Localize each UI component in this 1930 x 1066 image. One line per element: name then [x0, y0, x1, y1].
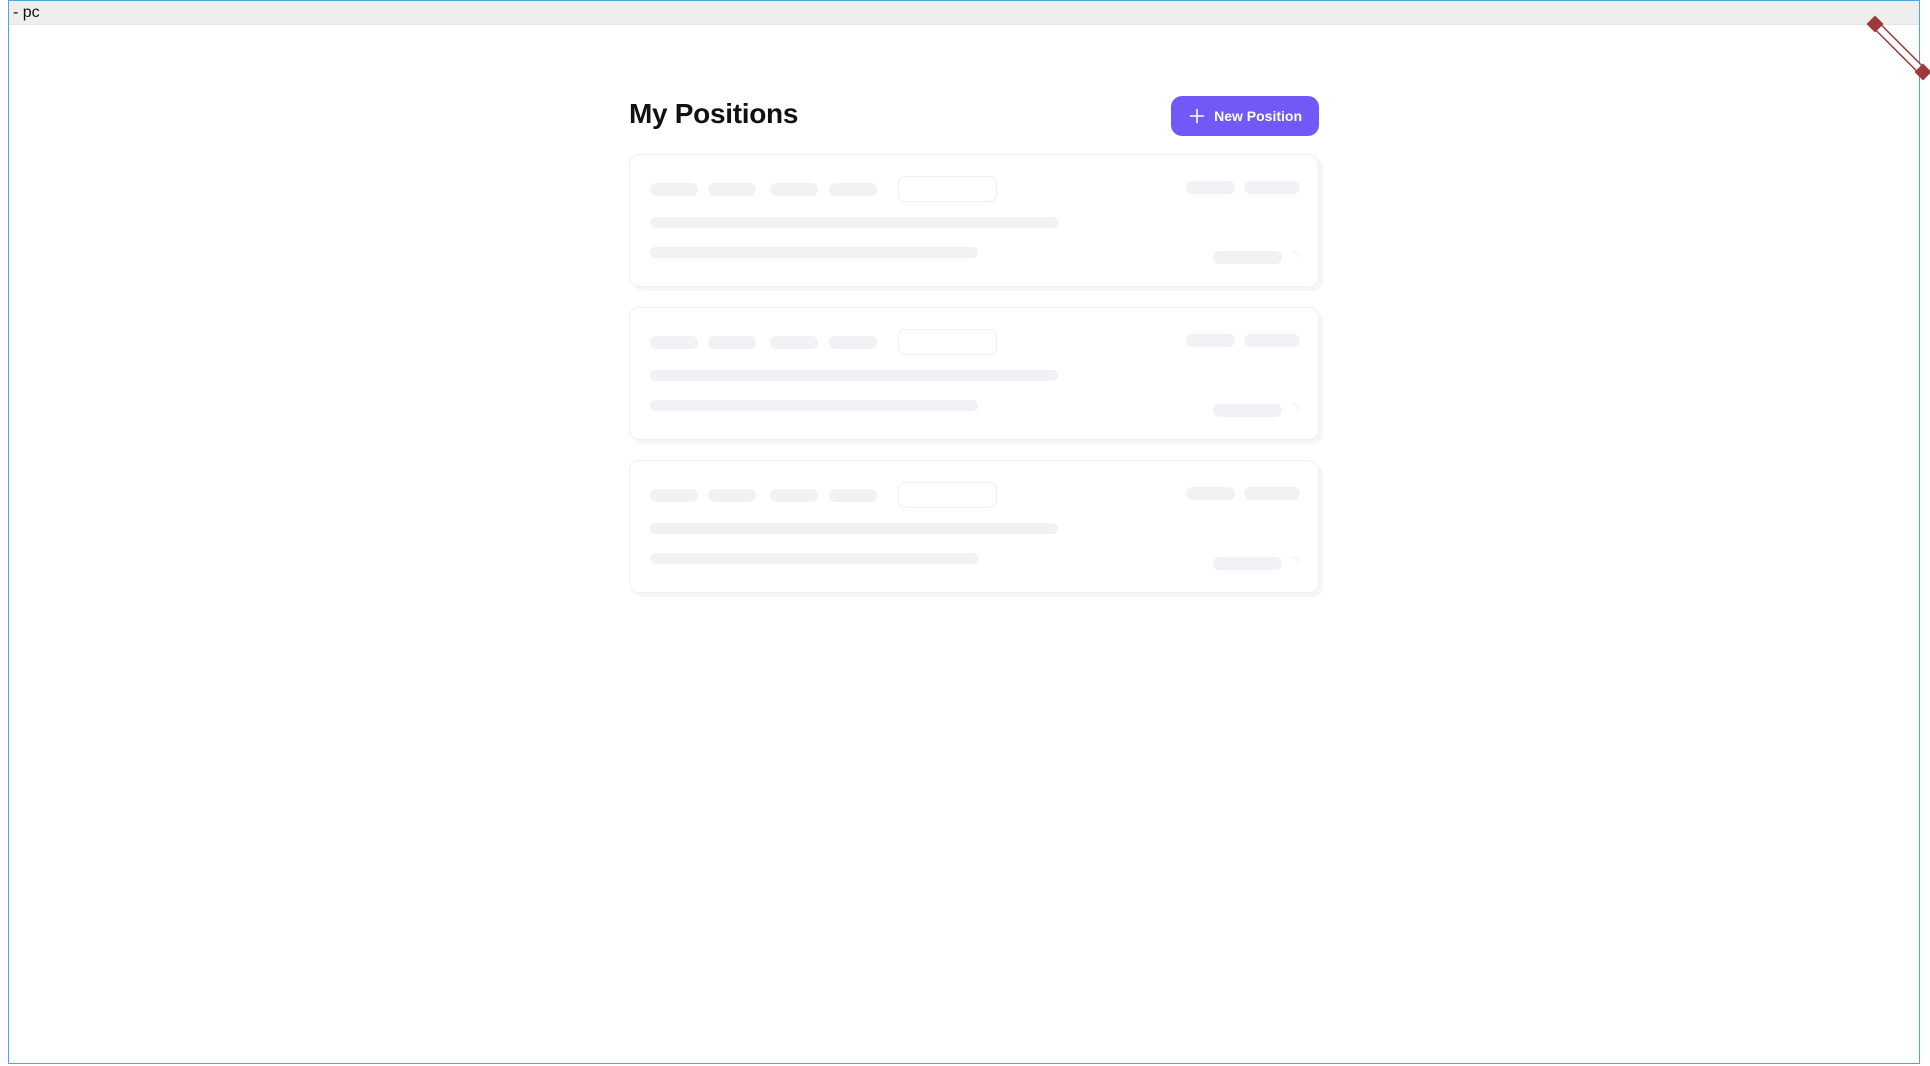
skeleton-line [650, 370, 1058, 381]
frame-title-bar: - pc [9, 1, 1919, 25]
skeleton-pill [1244, 334, 1300, 347]
skeleton-pill [829, 489, 877, 502]
skeleton-pill [708, 183, 756, 196]
positions-container: My Positions New Position [629, 96, 1319, 613]
skeleton-pill [650, 183, 698, 196]
skeleton-pill [1186, 334, 1235, 347]
skeleton-pill [829, 336, 877, 349]
skeleton-badge [898, 329, 997, 355]
skeleton-pill [708, 336, 756, 349]
skeleton-pill [650, 336, 698, 349]
skeleton-pill [1186, 487, 1235, 500]
loading-spinner-icon [1290, 557, 1299, 566]
skeleton-badge [898, 482, 997, 508]
resize-handle-icon[interactable] [1864, 13, 1930, 83]
new-position-label: New Position [1214, 108, 1302, 124]
skeleton-pill [1244, 487, 1300, 500]
skeleton-pill [829, 183, 877, 196]
loading-spinner-icon [1290, 404, 1299, 413]
position-card-skeleton [629, 154, 1319, 287]
skeleton-pill [650, 489, 698, 502]
skeleton-line [650, 217, 1058, 228]
skeleton-line [650, 523, 1058, 534]
skeleton-pill [770, 336, 818, 349]
loading-spinner-icon [1290, 251, 1299, 260]
skeleton-pill [1213, 251, 1282, 264]
skeleton-line [650, 247, 978, 258]
skeleton-pill [770, 489, 818, 502]
plus-icon [1189, 108, 1205, 124]
position-card-skeleton [629, 460, 1319, 593]
skeleton-pill [708, 489, 756, 502]
skeleton-pill [1213, 404, 1282, 417]
skeleton-line [650, 400, 978, 411]
device-frame: - pc My Positions New Position [8, 0, 1930, 1064]
new-position-button[interactable]: New Position [1171, 96, 1319, 136]
page-title: My Positions [629, 98, 799, 129]
skeleton-pill [1213, 557, 1282, 570]
frame-label: - pc [13, 4, 40, 21]
page-header: My Positions New Position [629, 96, 1319, 136]
skeleton-pill [1186, 181, 1235, 194]
position-card-skeleton [629, 307, 1319, 440]
skeleton-line [650, 553, 978, 564]
skeleton-badge [898, 176, 997, 202]
skeleton-pill [770, 183, 818, 196]
skeleton-pill [1244, 181, 1300, 194]
